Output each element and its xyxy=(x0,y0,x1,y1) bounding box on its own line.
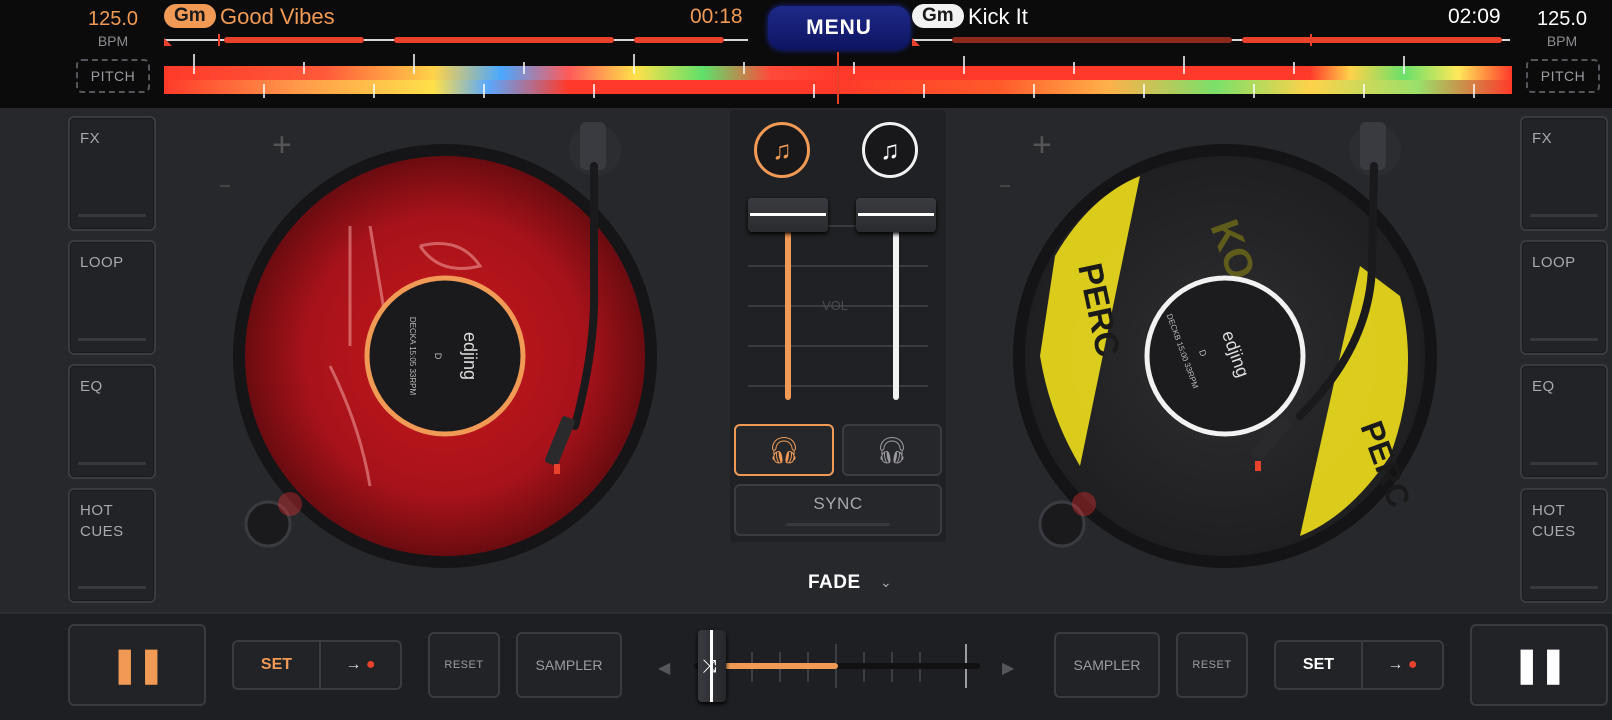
pad-label: LOOP xyxy=(1532,254,1576,271)
pad-label: FX xyxy=(1532,130,1553,147)
crossfader-left-arrow-icon[interactable]: ◀ xyxy=(658,658,670,678)
pause-icon: ❚❚ xyxy=(110,646,166,684)
pad-label: HOT CUES xyxy=(1532,502,1576,540)
deck-a-record-label xyxy=(364,275,526,437)
deck-a-sampler-button[interactable]: SAMPLER xyxy=(516,632,622,698)
pad-label: EQ xyxy=(1532,378,1555,395)
deck-b-track-title: Kick It xyxy=(968,4,1028,29)
arrow-right-icon: → xyxy=(345,656,362,673)
deck-a-loop-pad[interactable]: LOOP xyxy=(68,240,156,355)
deck-b-volume-track xyxy=(893,230,899,400)
deck-a-label-key: D xyxy=(433,353,443,360)
deck-a-pitch-button[interactable]: PITCH xyxy=(76,59,150,93)
deck-a-play-pause-button[interactable]: ❚❚ xyxy=(68,624,206,706)
deck-a-overview-waveform[interactable] xyxy=(164,34,748,46)
deck-a-track-title: Good Vibes xyxy=(220,4,335,29)
deck-a-label-brand: edjing xyxy=(460,332,480,380)
deck-b-bpm: 125.0 xyxy=(1536,8,1588,30)
headphones-icon: 🎧︎ xyxy=(875,434,909,465)
sync-label: SYNC xyxy=(813,494,863,513)
deck-a-headphone-cue-button[interactable]: 🎧︎ xyxy=(734,424,834,476)
deck-b-time: 02:09 xyxy=(1448,5,1501,28)
deck-b-overview-waveform[interactable] xyxy=(912,34,1510,46)
deck-b-key-badge: Gm xyxy=(912,4,964,28)
deck-a-volume-track xyxy=(785,230,791,400)
deck-b-goto-cue-button[interactable]: → ● xyxy=(1363,656,1442,674)
pad-label: FX xyxy=(80,130,101,147)
deck-a-hot-cues-pad[interactable]: HOT CUES xyxy=(68,488,156,603)
pad-label: LOOP xyxy=(80,254,124,271)
deck-b-pitch-button[interactable]: PITCH xyxy=(1526,59,1600,93)
deck-a-turntable[interactable]: + − edjing D DECKA 15:05 33RPM xyxy=(220,116,670,576)
deck-b-sampler-button[interactable]: SAMPLER xyxy=(1054,632,1160,698)
deck-a-fx-pad[interactable]: FX xyxy=(68,116,156,231)
deck-b-record-label xyxy=(1144,275,1306,437)
deck-b-fx-pad[interactable]: FX xyxy=(1520,116,1608,231)
crossfader-scale xyxy=(694,644,980,688)
crossfader-random-icon: ⤨ xyxy=(702,656,717,676)
deck-a-volume-fader[interactable] xyxy=(748,198,828,232)
deck-a-set-button[interactable]: SET xyxy=(234,656,319,674)
deck-a-reset-button[interactable]: RESET xyxy=(428,632,500,698)
deck-b-cue-group: SET → ● xyxy=(1274,640,1444,690)
record-dot-icon: ● xyxy=(365,656,376,673)
crossfader-right-arrow-icon[interactable]: ▶ xyxy=(1002,658,1014,678)
pause-icon: ❚❚ xyxy=(1512,646,1568,684)
deck-a-key-badge: Gm xyxy=(164,4,216,28)
deck-b-reset-button[interactable]: RESET xyxy=(1176,632,1248,698)
chevron-down-icon[interactable]: ⌄ xyxy=(880,574,892,591)
music-note-add-icon: ♫ xyxy=(772,134,792,165)
dj-app: 125.0 BPM PITCH Gm Good Vibes 00:18 MENU… xyxy=(0,0,1612,720)
menu-button[interactable]: MENU xyxy=(768,6,910,50)
deck-a-label-info: DECKA 15:05 33RPM xyxy=(408,317,417,396)
deck-b-loop-pad[interactable]: LOOP xyxy=(1520,240,1608,355)
deck-b-plus-icon: + xyxy=(1032,126,1052,164)
vol-label: VOL xyxy=(822,298,849,313)
top-bar: 125.0 BPM PITCH Gm Good Vibes 00:18 MENU… xyxy=(0,0,1612,108)
deck-a-cue-group: SET → ● xyxy=(232,640,402,690)
crossfader-mode-label[interactable]: FADE xyxy=(808,572,861,594)
deck-b-hot-cues-pad[interactable]: HOT CUES xyxy=(1520,488,1608,603)
sync-button[interactable]: SYNC xyxy=(734,484,942,536)
crossfader-fill xyxy=(714,663,838,669)
deck-a-load-track-button[interactable]: ♫ xyxy=(754,122,810,178)
deck-a-goto-cue-button[interactable]: → ● xyxy=(321,656,400,674)
deck-b-turntable[interactable]: + − PERC PERC KO edjing D DECKB 15:00 33… xyxy=(1000,116,1450,576)
deck-a-eq-pad[interactable]: EQ xyxy=(68,364,156,479)
deck-b-set-button[interactable]: SET xyxy=(1276,656,1361,674)
deck-a-time: 00:18 xyxy=(690,5,743,28)
deck-b-volume-fader[interactable] xyxy=(856,198,936,232)
deck-b-load-track-button[interactable]: ♫ xyxy=(862,122,918,178)
deck-a-bpm: 125.0 xyxy=(87,8,139,30)
deck-b-eq-pad[interactable]: EQ xyxy=(1520,364,1608,479)
main-waveform[interactable] xyxy=(164,52,1512,104)
headphones-icon: 🎧︎ xyxy=(767,434,801,465)
deck-b-play-pause-button[interactable]: ❚❚ xyxy=(1470,624,1608,706)
arrow-right-icon: → xyxy=(1387,656,1404,673)
crossfader-handle[interactable]: ⤨ xyxy=(698,630,726,702)
deck-b-bpm-label: BPM xyxy=(1546,33,1578,49)
deck-b-minus-icon: − xyxy=(1000,170,1012,203)
deck-b-headphone-cue-button[interactable]: 🎧︎ xyxy=(842,424,942,476)
pad-label: EQ xyxy=(80,378,103,395)
deck-a-minus-icon: − xyxy=(220,170,232,203)
record-dot-icon: ● xyxy=(1407,656,1418,673)
music-note-add-icon: ♫ xyxy=(880,134,900,165)
mixer-panel: ♫ ♫ VOL 🎧︎ 🎧︎ SYNC xyxy=(730,110,946,542)
deck-a-bpm-label: BPM xyxy=(97,33,129,49)
deck-a-plus-icon: + xyxy=(272,126,292,164)
pad-label: HOT CUES xyxy=(80,502,124,540)
